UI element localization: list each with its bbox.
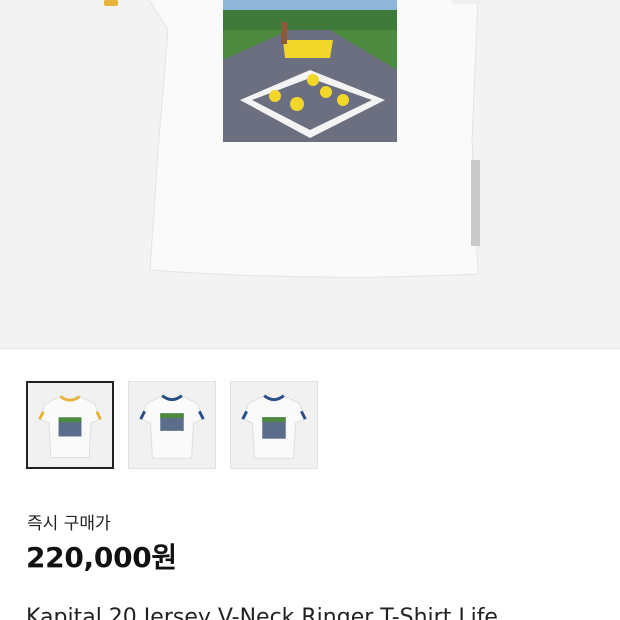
sleeve-trim-left xyxy=(104,0,118,6)
side-tag xyxy=(471,160,480,246)
thumbnail-list xyxy=(26,381,318,469)
thumbnail-2[interactable] xyxy=(128,381,216,469)
product-title: Kapital 20 Jersey V-Neck Ringer T-Shirt … xyxy=(26,605,498,620)
tshirt-illustration xyxy=(104,0,480,278)
divider xyxy=(0,348,620,349)
thumbnail-3[interactable] xyxy=(230,381,318,469)
tshirt-thumb-icon xyxy=(139,394,205,459)
tshirt-thumb-icon xyxy=(241,394,307,459)
product-main-image[interactable] xyxy=(0,0,620,348)
thumbnail-1[interactable] xyxy=(26,381,114,469)
price-label: 즉시 구매가 xyxy=(27,514,111,534)
print-graphic xyxy=(223,0,397,142)
tshirt-thumb-icon xyxy=(38,395,102,458)
price-value: 220,000원 xyxy=(26,541,177,574)
